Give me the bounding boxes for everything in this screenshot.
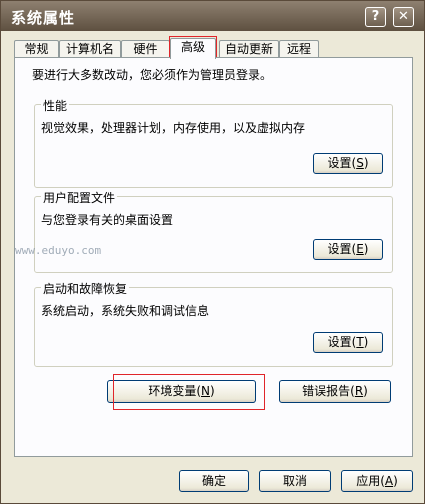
performance-desc: 视觉效果，处理器计划，内存使用，以及虚拟内存: [41, 121, 306, 135]
env-accel: N: [201, 384, 210, 398]
tab-general[interactable]: 常规: [14, 40, 59, 58]
performance-accel: S: [356, 156, 364, 170]
startup-recovery-group: 启动和故障恢复 系统启动，系统失败和调试信息 设置(T): [34, 280, 393, 367]
tab-computer-name[interactable]: 计算机名: [59, 40, 121, 58]
startup-desc: 系统启动，系统失败和调试信息: [41, 304, 210, 318]
error-label: 错误报告: [302, 384, 351, 398]
environment-variables-button[interactable]: 环境变量(N): [107, 380, 256, 403]
admin-notice: 要进行大多数改动，您必须作为管理员登录。: [32, 68, 273, 82]
env-label: 环境变量: [148, 384, 197, 398]
performance-settings-button[interactable]: 设置(S): [313, 153, 383, 174]
tab-hardware[interactable]: 硬件: [121, 40, 170, 58]
profiles-settings-label: 设置: [327, 242, 352, 256]
system-properties-dialog: 系统属性 ? ✕ 常规 计算机名 硬件 高级 自动更新 远程 要进行大多数改动，…: [0, 0, 425, 504]
title-bar[interactable]: 系统属性 ? ✕: [1, 1, 424, 31]
user-profiles-group: 用户配置文件 与您登录有关的桌面设置 设置(E): [34, 189, 393, 273]
profiles-settings-button[interactable]: 设置(E): [313, 239, 383, 260]
close-button[interactable]: ✕: [393, 7, 414, 27]
apply-button[interactable]: 应用(A): [341, 470, 413, 492]
startup-settings-label: 设置: [327, 335, 352, 349]
advanced-panel: 要进行大多数改动，您必须作为管理员登录。 性能 视觉效果，处理器计划，内存使用，…: [14, 57, 413, 457]
tab-advanced[interactable]: 高级: [170, 38, 216, 59]
error-reporting-button[interactable]: 错误报告(R): [279, 380, 391, 403]
tab-automatic-updates[interactable]: 自动更新: [219, 40, 279, 58]
ok-button[interactable]: 确定: [179, 470, 249, 492]
startup-title: 启动和故障恢复: [41, 280, 130, 297]
cancel-button[interactable]: 取消: [259, 470, 331, 492]
profiles-accel: E: [356, 242, 364, 256]
profiles-title: 用户配置文件: [41, 189, 118, 206]
performance-group: 性能 视觉效果，处理器计划，内存使用，以及虚拟内存 设置(S): [34, 97, 393, 188]
startup-settings-button[interactable]: 设置(T): [313, 332, 383, 353]
watermark-text: www.eduyo.com: [15, 244, 102, 257]
window-title: 系统属性: [11, 9, 76, 27]
startup-accel: T: [356, 335, 364, 349]
apply-accel: A: [384, 474, 394, 488]
help-button[interactable]: ?: [365, 7, 386, 27]
performance-title: 性能: [41, 97, 70, 114]
error-accel: R: [354, 384, 364, 398]
profiles-desc: 与您登录有关的桌面设置: [41, 213, 174, 227]
performance-settings-label: 设置: [327, 156, 352, 170]
apply-label: 应用: [356, 474, 381, 488]
tab-remote[interactable]: 远程: [279, 40, 319, 58]
